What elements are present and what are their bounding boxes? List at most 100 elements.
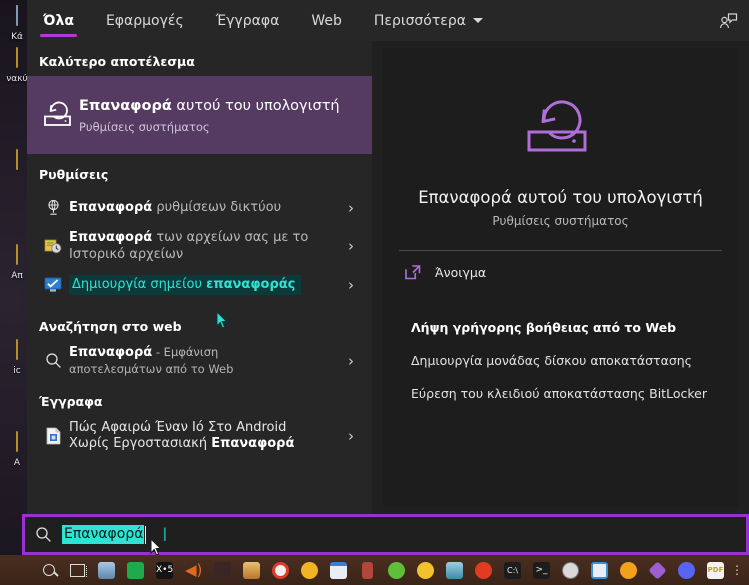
- taskbar-app-pdf[interactable]: PDF: [701, 555, 730, 585]
- tab-more[interactable]: Περισσότερα: [358, 0, 499, 41]
- taskbar-search-button[interactable]: [34, 555, 63, 585]
- label-bold: Επαναφορά: [211, 436, 295, 451]
- chevron-right-icon[interactable]: ›: [340, 427, 362, 445]
- open-action[interactable]: Άνοιγμα: [383, 251, 738, 280]
- preview-card: Επαναφορά αυτού του υπολογιστή Ρυθμίσεις…: [383, 48, 738, 507]
- label-line1: Πώς Αφαιρώ Έναν Ιό Στο Android: [69, 420, 287, 435]
- terminal-icon: >_: [533, 561, 550, 579]
- search-magnifier-icon: [39, 352, 67, 369]
- tab-label: Όλα: [43, 12, 74, 29]
- taskbar-app-files[interactable]: [237, 555, 266, 585]
- search-input[interactable]: Επαναφορά: [62, 525, 145, 544]
- taskbar-app-weather[interactable]: [295, 555, 324, 585]
- file-history-icon: [39, 237, 67, 255]
- web-search-label: Επαναφορά - Εμφάνιση αποτελεσμάτων από το…: [67, 344, 340, 377]
- taskbar-app-remote-desktop[interactable]: [92, 555, 121, 585]
- taskbar-app-orange-play[interactable]: [614, 555, 643, 585]
- tab-label: Περισσότερα: [373, 12, 466, 29]
- search-input-bar[interactable]: Επαναφορά: [22, 514, 749, 555]
- yellow-circle-icon: [417, 561, 434, 579]
- taskbar-app-usb[interactable]: [353, 555, 382, 585]
- display-settings-icon: [591, 561, 608, 579]
- red-power-icon: [475, 561, 492, 579]
- taskbar-app-yellow[interactable]: [411, 555, 440, 585]
- settings-item-network-reset[interactable]: Επαναφορά ρυθμίσεων δικτύου ›: [27, 189, 372, 226]
- speaker-icon: ◀): [185, 560, 203, 579]
- open-action-label: Άνοιγμα: [435, 265, 487, 280]
- feedback-button[interactable]: [713, 6, 743, 36]
- green-note-icon: [127, 561, 144, 579]
- mouse-pointer-teal: [216, 311, 229, 330]
- taskbar-app-clock[interactable]: [556, 555, 585, 585]
- chevron-right-icon[interactable]: ›: [340, 352, 362, 370]
- x5-black-icon: X•5: [156, 561, 173, 579]
- document-file-icon: [39, 427, 67, 445]
- task-view-button[interactable]: [63, 555, 92, 585]
- usb-drive-icon: [362, 561, 373, 579]
- taskbar-app-diamond[interactable]: [643, 555, 672, 585]
- best-match-item[interactable]: Επαναφορά αυτού του υπολογιστή Ρυθμίσεις…: [27, 76, 372, 154]
- chevron-right-icon[interactable]: ›: [340, 276, 362, 294]
- web-help-link[interactable]: Εύρεση του κλειδιού αποκατάστασης BitLoc…: [411, 386, 738, 401]
- command-prompt-icon: C:\: [504, 561, 521, 579]
- label-bold: Επαναφορά: [69, 200, 153, 215]
- settings-item-create-restore-point[interactable]: Δημιουργία σημείου επαναφοράς ›: [27, 266, 372, 303]
- no-entry-icon: [272, 561, 289, 579]
- open-external-icon: [405, 265, 421, 280]
- screen: Κά νακύ Απ ic Α Όλα Εφαρμογές Έγγραφα We…: [0, 0, 749, 585]
- taskbar-app-volume[interactable]: ◀): [179, 555, 208, 585]
- tab-documents[interactable]: Έγγραφα: [200, 0, 296, 41]
- tab-label: Εφαρμογές: [105, 12, 184, 29]
- analog-clock-icon: [562, 561, 579, 579]
- chevron-right-icon[interactable]: ›: [340, 237, 362, 255]
- taskbar-app-game[interactable]: [208, 555, 237, 585]
- web-search-heading: Αναζήτηση στο web: [39, 319, 182, 334]
- taskbar-app-cmd[interactable]: C:\: [498, 555, 527, 585]
- taskbar-app-time-sync[interactable]: [440, 555, 469, 585]
- settings-item-label: Δημιουργία σημείου επαναφοράς: [67, 274, 340, 295]
- preview-pane: Επαναφορά αυτού του υπολογιστή Ρυθμίσεις…: [372, 41, 749, 514]
- tab-all[interactable]: Όλα: [27, 0, 90, 41]
- purple-diamond-icon: [648, 560, 667, 580]
- taskbar-app-display[interactable]: [585, 555, 614, 585]
- tab-apps[interactable]: Εφαρμογές: [90, 0, 200, 41]
- tab-web[interactable]: Web: [295, 0, 358, 41]
- task-view-icon: [70, 563, 87, 577]
- highlight-box: Δημιουργία σημείου επαναφοράς: [69, 274, 302, 295]
- start-button[interactable]: [0, 555, 34, 585]
- taskbar-app-terminal[interactable]: >_: [527, 555, 556, 585]
- taskbar: X•5 ◀) C:\ >_ PDF ⋮: [0, 555, 749, 585]
- taskbar-app-notes[interactable]: [121, 555, 150, 585]
- web-search-item[interactable]: Επαναφορά - Εμφάνιση αποτελεσμάτων από το…: [27, 341, 372, 380]
- results-list: Καλύτερο αποτέλεσμα Επαναφορά αυτού του …: [27, 41, 372, 514]
- pdf-icon: PDF: [707, 561, 724, 579]
- taskbar-app-green-globe[interactable]: [382, 555, 411, 585]
- reset-pc-large-icon: [527, 100, 586, 152]
- taskbar-app-blocker[interactable]: [266, 555, 295, 585]
- best-match-text: Επαναφορά αυτού του υπολογιστή Ρυθμίσεις…: [79, 97, 360, 134]
- taskbar-app-calendar[interactable]: [324, 555, 353, 585]
- results-columns: Καλύτερο αποτέλεσμα Επαναφορά αυτού του …: [27, 41, 749, 514]
- taskbar-app-discord[interactable]: [672, 555, 701, 585]
- chevron-right-icon[interactable]: ›: [340, 199, 362, 217]
- label-bold: Επαναφορά: [69, 345, 153, 360]
- preview-hero: Επαναφορά αυτού του υπολογιστή Ρυθμίσεις…: [383, 48, 738, 228]
- calendar-icon: [330, 561, 347, 579]
- taskbar-app-x5[interactable]: X•5: [150, 555, 179, 585]
- document-item[interactable]: Πώς Αφαιρώ Έναν Ιό Στο Android Χωρίς Εργο…: [27, 416, 372, 455]
- taskbar-app-power[interactable]: [469, 555, 498, 585]
- label-bold: Επαναφορά: [69, 230, 153, 245]
- search-magnifier-icon: [36, 527, 51, 542]
- game-dark-icon: [214, 561, 231, 579]
- taskbar-overflow-button[interactable]: ⋮: [730, 555, 744, 585]
- text-caret: [145, 525, 147, 544]
- settings-item-file-history[interactable]: Επαναφορά των αρχείων σας με το Ιστορικό…: [27, 226, 372, 266]
- best-match-heading: Καλύτερο αποτέλεσμα: [39, 54, 195, 69]
- documents-heading: Έγγραφα: [39, 394, 103, 409]
- label-rest: Δημιουργία σημείου: [72, 276, 207, 292]
- web-help-link[interactable]: Δημιουργία μονάδας δίσκου αποκατάστασης: [411, 353, 738, 368]
- search-magnifier-icon: [42, 564, 55, 576]
- best-match-title-rest: αυτού του υπολογιστή: [171, 97, 340, 114]
- label-bold: επαναφοράς: [206, 276, 296, 292]
- tab-label: Web: [311, 12, 342, 29]
